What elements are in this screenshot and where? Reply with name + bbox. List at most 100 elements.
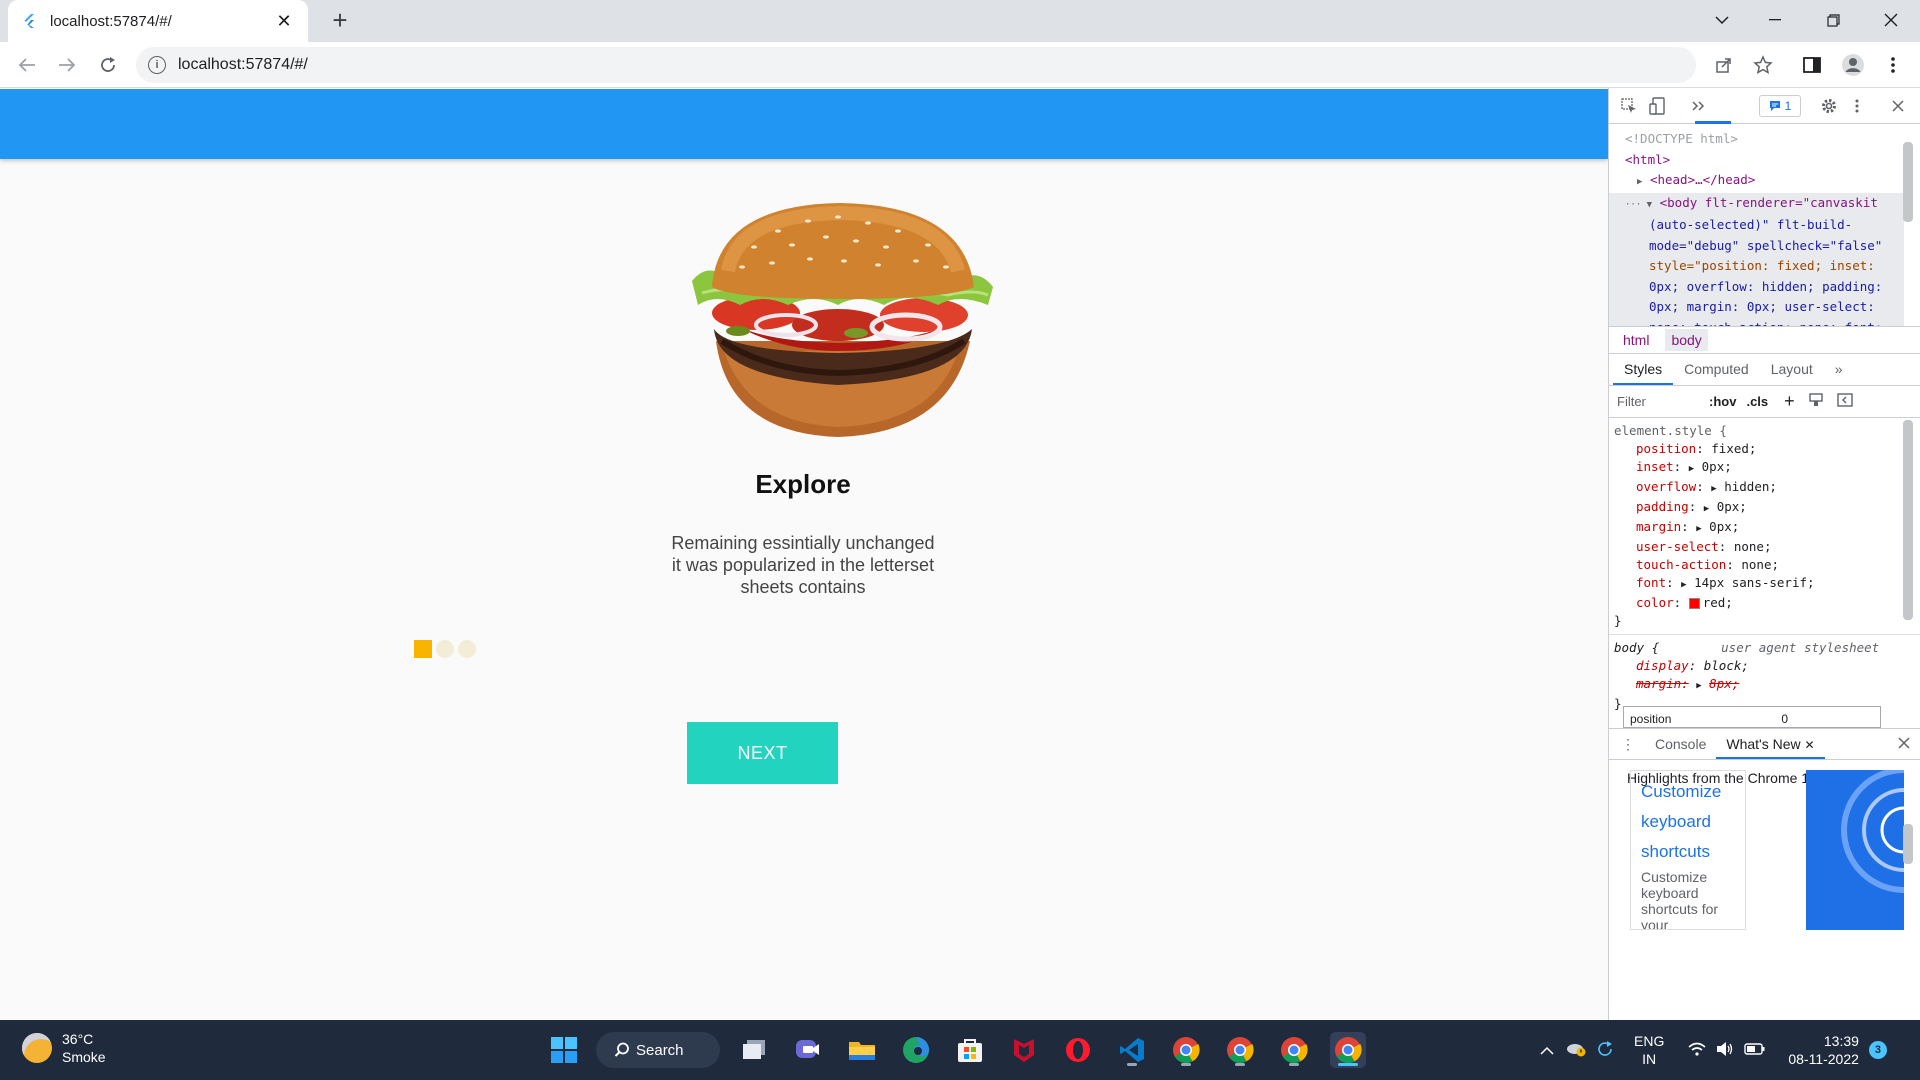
page-indicator-dot: [436, 640, 454, 658]
dom-html-node[interactable]: <html>: [1625, 150, 1904, 171]
chrome-icon[interactable]: [1222, 1032, 1258, 1068]
settings-gear-icon[interactable]: [1818, 95, 1840, 117]
onedrive-warning-icon[interactable]: [1566, 1041, 1586, 1060]
tab-search-dropdown-icon[interactable]: [1694, 0, 1750, 40]
weather-widget[interactable]: 36°C Smoke: [22, 1030, 106, 1066]
dom-tree: <!DOCTYPE html> <html> ▶ <head>…</head> …: [1609, 124, 1920, 326]
css-property[interactable]: touch-action: none;: [1614, 556, 1920, 574]
chrome-icon[interactable]: [1276, 1032, 1312, 1068]
share-icon[interactable]: [1711, 52, 1737, 78]
app-running-indicator: [1181, 1063, 1191, 1066]
chrome-icon[interactable]: [1168, 1032, 1204, 1068]
battery-icon[interactable]: [1744, 1042, 1766, 1058]
tab-layout[interactable]: Layout: [1760, 361, 1824, 385]
browser-toolbar: i localhost:57874/#/: [0, 42, 1920, 88]
dom-body-node[interactable]: ··· ▼ <body flt-renderer="canvaskit (aut…: [1609, 192, 1904, 326]
drawer-menu-icon[interactable]: ⋮: [1621, 736, 1635, 753]
minimize-button[interactable]: [1747, 0, 1803, 40]
collapse-triangle-icon[interactable]: ··· ▼: [1625, 200, 1652, 210]
side-panel-icon[interactable]: [1799, 52, 1825, 78]
dom-head-node[interactable]: ▶ <head>…</head>: [1625, 170, 1904, 193]
search-label: Search: [636, 1041, 684, 1059]
drawer-close-icon[interactable]: [1898, 736, 1910, 752]
css-property[interactable]: padding: ▶ 0px;: [1614, 498, 1920, 518]
tab-console[interactable]: Console: [1645, 736, 1716, 752]
css-property[interactable]: color: red;: [1614, 594, 1920, 612]
dom-scrollbar[interactable]: [1903, 142, 1913, 222]
whats-new-card[interactable]: Customize keyboard shortcuts Customize k…: [1630, 770, 1746, 930]
css-property[interactable]: overflow: ▶ hidden;: [1614, 478, 1920, 498]
css-property[interactable]: margin: ▶ 0px;: [1614, 518, 1920, 538]
tab-computed[interactable]: Computed: [1673, 361, 1760, 385]
new-tab-button[interactable]: +: [325, 6, 355, 36]
styles-scrollbar[interactable]: [1903, 420, 1913, 620]
browser-tab[interactable]: localhost:57874/#/ ✕: [8, 0, 308, 42]
reload-button[interactable]: [93, 50, 123, 80]
volume-icon[interactable]: [1716, 1041, 1734, 1060]
back-button[interactable]: [12, 50, 42, 80]
notification-badge[interactable]: 3: [1868, 1041, 1887, 1059]
teams-chat-icon[interactable]: [790, 1032, 826, 1068]
mcafee-icon[interactable]: [1006, 1032, 1042, 1068]
devtools-close-icon[interactable]: [1887, 95, 1909, 117]
task-view-icon[interactable]: [736, 1032, 772, 1068]
opera-browser-icon[interactable]: [1060, 1032, 1096, 1068]
color-swatch[interactable]: [1688, 598, 1700, 609]
edge-browser-icon[interactable]: [898, 1032, 934, 1068]
devtools-menu-icon[interactable]: [1846, 95, 1868, 117]
file-explorer-icon[interactable]: [844, 1032, 880, 1068]
css-property[interactable]: inset: ▶ 0px;: [1614, 458, 1920, 478]
clock[interactable]: 13:39 08-11-2022: [1788, 1032, 1859, 1068]
inspect-element-icon[interactable]: [1618, 95, 1640, 117]
chrome-icon-active[interactable]: [1330, 1032, 1366, 1068]
devtools-toolbar: 1: [1609, 88, 1920, 124]
paint-bucket-icon[interactable]: [1808, 393, 1823, 410]
drawer-scrollbar[interactable]: [1903, 824, 1913, 864]
more-panels-chevron-icon[interactable]: »: [1824, 361, 1854, 385]
tab-whats-new[interactable]: What's New ✕: [1716, 729, 1825, 759]
card-title-line[interactable]: Customize: [1641, 777, 1735, 807]
tab-styles[interactable]: Styles: [1613, 361, 1674, 385]
forward-button[interactable]: [52, 50, 82, 80]
app-running-indicator: [1289, 1063, 1299, 1066]
toggle-sidebar-icon[interactable]: [1836, 393, 1853, 410]
new-rule-plus-icon[interactable]: +: [1784, 391, 1795, 412]
breadcrumb-html[interactable]: html: [1617, 329, 1655, 351]
profile-avatar-icon[interactable]: [1840, 52, 1866, 78]
page-indicator-dot-active: [414, 640, 432, 658]
taskbar-search[interactable]: Search: [596, 1032, 720, 1068]
tab-close-button[interactable]: ✕: [274, 11, 294, 32]
windows-start-icon[interactable]: [546, 1032, 582, 1068]
wifi-icon[interactable]: [1688, 1042, 1706, 1059]
restore-button[interactable]: [1805, 0, 1861, 40]
microsoft-store-icon[interactable]: [952, 1032, 988, 1068]
site-info-icon[interactable]: i: [148, 56, 166, 74]
css-property[interactable]: font: ▶ 14px sans-serif;: [1614, 574, 1920, 594]
css-property[interactable]: user-select: none;: [1614, 538, 1920, 556]
css-property[interactable]: position: fixed;: [1614, 440, 1920, 458]
cls-toggle[interactable]: .cls: [1746, 394, 1768, 409]
more-tabs-chevron-icon[interactable]: [1687, 95, 1709, 117]
vscode-icon[interactable]: [1114, 1032, 1150, 1068]
styles-rules: element.style { position: fixed; inset: …: [1609, 418, 1920, 728]
burger-image: [692, 203, 993, 437]
app-active-indicator: [1338, 1063, 1358, 1066]
hov-toggle[interactable]: :hov: [1709, 394, 1736, 409]
language-indicator[interactable]: ENG IN: [1634, 1032, 1664, 1068]
expand-triangle-icon: ▶: [1681, 580, 1687, 590]
bookmark-star-icon[interactable]: [1750, 52, 1776, 78]
expand-triangle-icon[interactable]: ▶: [1637, 177, 1642, 187]
styles-filter-input[interactable]: Filter: [1617, 394, 1697, 409]
browser-menu-icon[interactable]: [1880, 52, 1906, 78]
sync-icon[interactable]: [1596, 1040, 1614, 1061]
next-button[interactable]: NEXT: [687, 722, 838, 784]
window-close-button[interactable]: [1863, 0, 1919, 40]
card-title-line[interactable]: shortcuts: [1641, 837, 1735, 867]
breadcrumb-body[interactable]: body: [1665, 329, 1708, 351]
expand-triangle-icon: ▶: [1688, 464, 1695, 474]
issues-badge[interactable]: 1: [1759, 95, 1801, 117]
address-bar[interactable]: i localhost:57874/#/: [136, 47, 1696, 83]
chevron-up-icon[interactable]: [1540, 1042, 1554, 1058]
card-title-line[interactable]: keyboard: [1641, 807, 1735, 837]
device-toolbar-icon[interactable]: [1646, 95, 1668, 117]
